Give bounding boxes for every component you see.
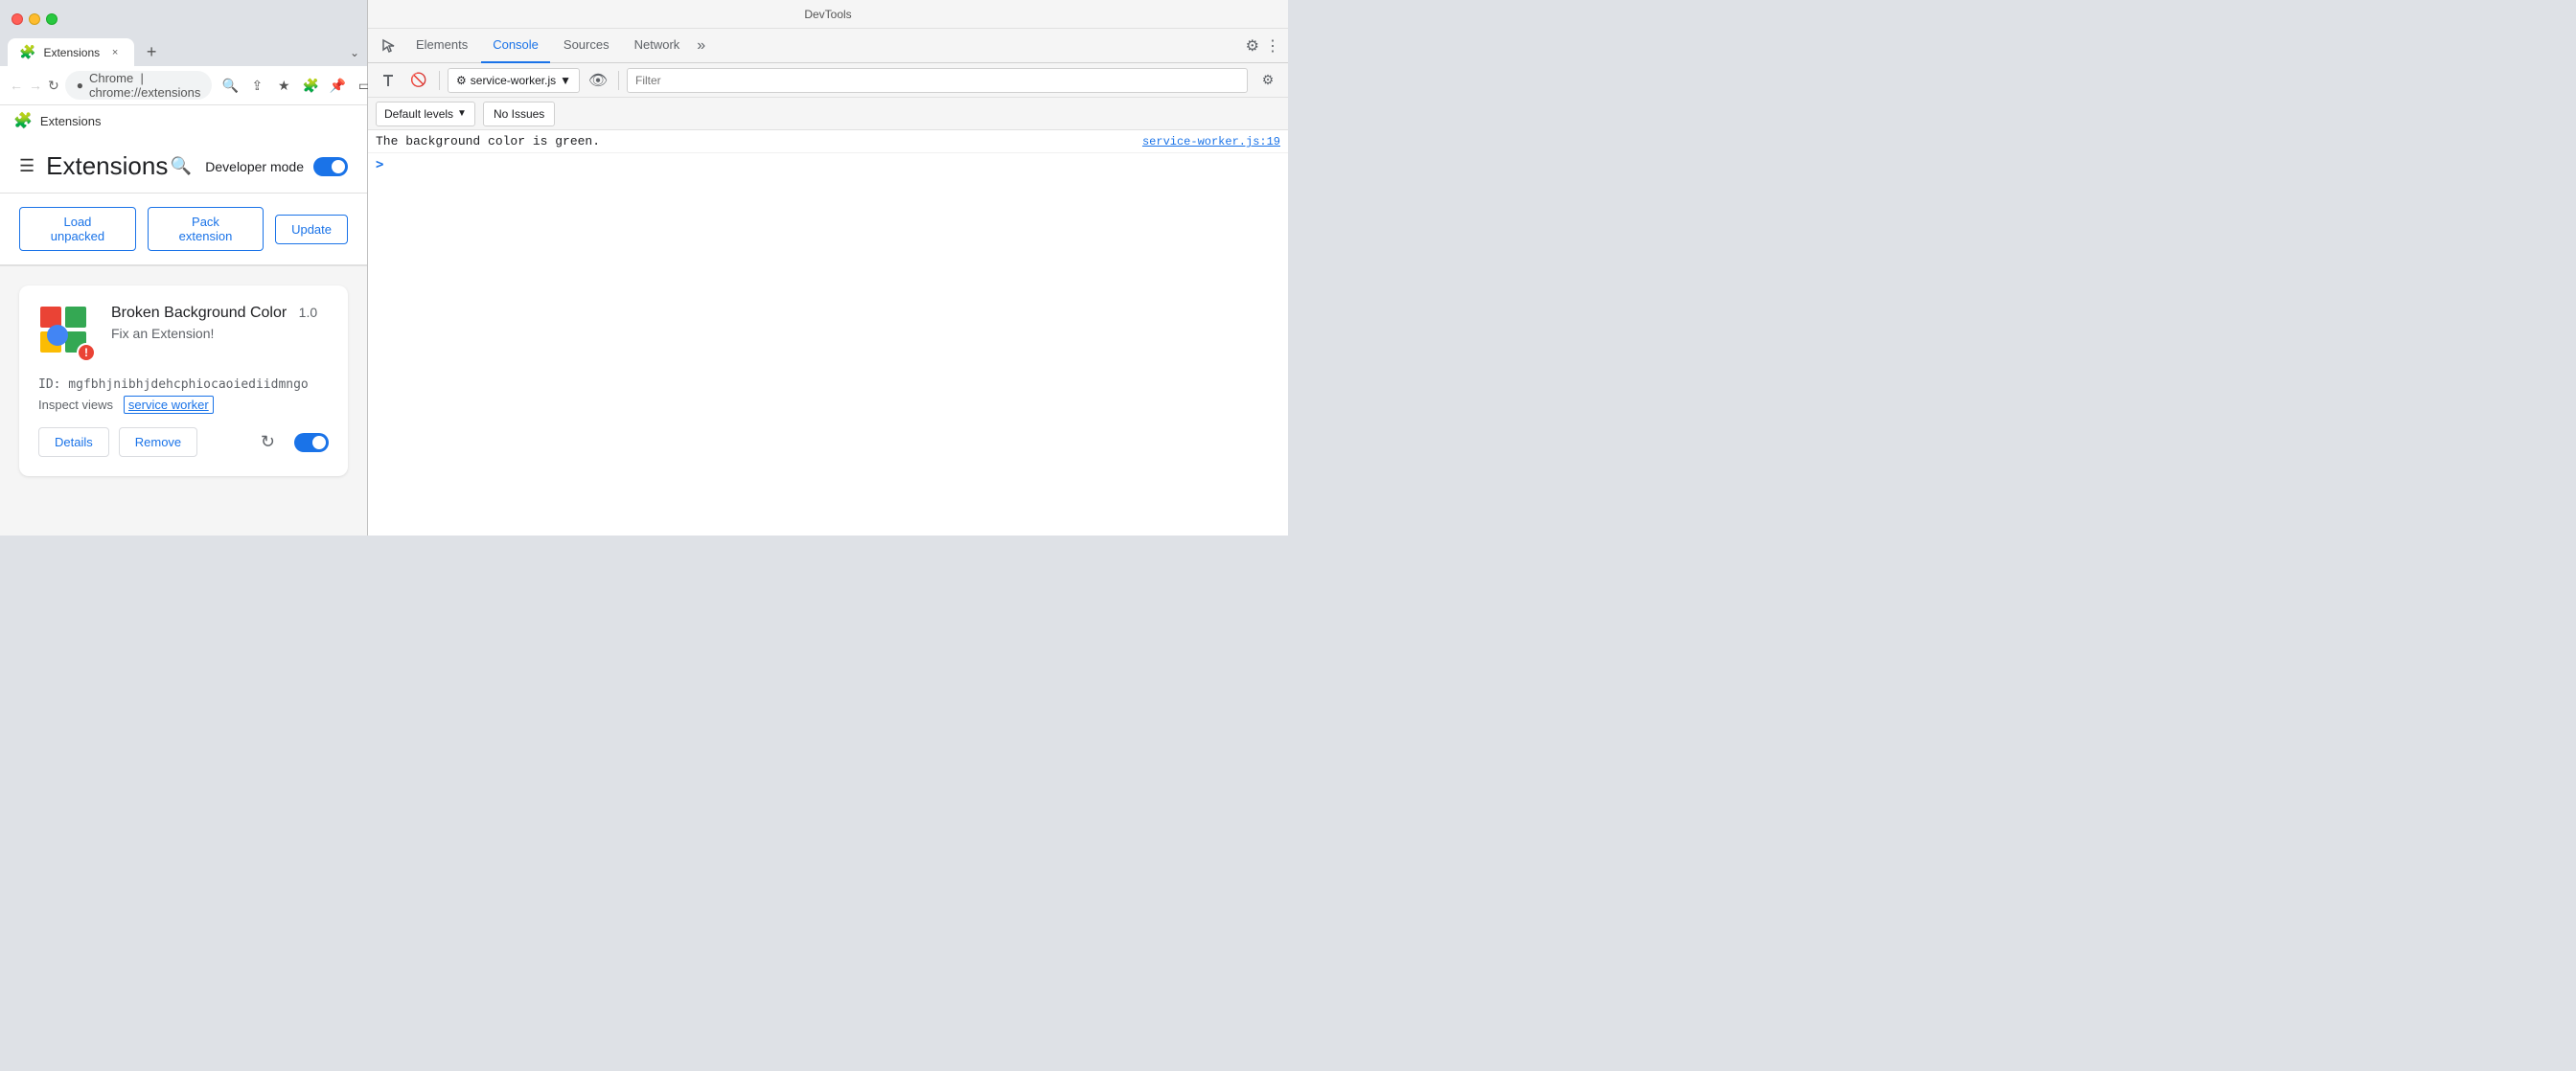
filter-settings-icon[interactable]: ⚙ xyxy=(1255,68,1280,93)
card-footer: Details Remove ↻ xyxy=(38,427,329,457)
context-label: service-worker.js xyxy=(471,74,556,87)
bookmark-icon[interactable]: ★ xyxy=(271,73,296,98)
minimize-traffic-light[interactable] xyxy=(29,13,40,25)
devtools-panel: DevTools Elements Console Sources Networ… xyxy=(368,0,1288,536)
tab-overflow-button[interactable]: ⌄ xyxy=(350,46,359,59)
card-name-row: Broken Background Color 1.0 xyxy=(111,305,329,322)
nav-bar: ← → ↻ ● Chrome | chrome://extensions 🔍 ⇪… xyxy=(0,66,367,104)
new-tab-button[interactable]: + xyxy=(138,39,165,66)
console-message: The background color is green. service-w… xyxy=(368,130,1288,153)
pin-icon[interactable]: 📌 xyxy=(325,73,350,98)
console-message-source[interactable]: service-worker.js:19 xyxy=(1142,135,1280,148)
toolbar-divider-2 xyxy=(618,71,619,90)
remove-button[interactable]: Remove xyxy=(119,427,197,457)
refresh-icon[interactable]: ↻ xyxy=(261,432,275,452)
extension-version: 1.0 xyxy=(299,305,317,320)
breadcrumb-bar: 🧩 Extensions xyxy=(0,104,367,136)
zoom-icon[interactable]: 🔍 xyxy=(218,73,242,98)
devtools-settings-icon[interactable]: ⚙ xyxy=(1246,36,1259,56)
action-bar: Load unpacked Pack extension Update xyxy=(0,194,367,265)
active-tab[interactable]: 🧩 Extensions × xyxy=(8,38,134,66)
download-icon[interactable]: ⇪ xyxy=(244,73,269,98)
tab-title: Extensions xyxy=(43,46,100,59)
dev-mode-label: Developer mode xyxy=(205,159,304,174)
console-prompt-row: > xyxy=(368,153,1288,176)
issues-label: No Issues xyxy=(494,107,544,121)
update-button[interactable]: Update xyxy=(275,215,348,244)
forward-button[interactable]: → xyxy=(29,74,42,97)
inspect-views: Inspect views service worker xyxy=(38,398,329,412)
eye-icon[interactable]: 👁 xyxy=(586,68,610,93)
devtools-levels: Default levels ▼ No Issues xyxy=(368,98,1288,130)
context-selector[interactable]: ⚙ service-worker.js ▼ xyxy=(448,68,580,93)
devtools-toolbar: 🚫 ⚙ service-worker.js ▼ 👁 ⚙ xyxy=(368,63,1288,98)
breadcrumb-text: Extensions xyxy=(40,114,102,128)
block-icon[interactable]: 🚫 xyxy=(406,68,431,93)
no-issues-button[interactable]: No Issues xyxy=(483,102,555,126)
search-icon[interactable]: 🔍 xyxy=(171,156,192,176)
main-content: ☰ Extensions 🔍 Developer mode Load unpac… xyxy=(0,136,367,536)
extension-id: ID: mgfbhjnibhjdehcphiocaoiediidmngo xyxy=(38,377,329,392)
devtools-more-icon[interactable]: ⋮ xyxy=(1265,36,1280,56)
levels-label: Default levels xyxy=(384,107,453,121)
reload-button[interactable]: ↻ xyxy=(48,74,59,97)
maximize-traffic-light[interactable] xyxy=(46,13,58,25)
console-message-text: The background color is green. xyxy=(376,134,1135,148)
extension-card: ! Broken Background Color 1.0 Fix an Ext… xyxy=(19,285,348,476)
tab-close-button[interactable]: × xyxy=(107,45,123,60)
traffic-lights xyxy=(12,13,58,25)
address-bar[interactable]: ● Chrome | chrome://extensions xyxy=(65,71,213,100)
card-header: ! Broken Background Color 1.0 Fix an Ext… xyxy=(38,305,329,362)
service-worker-link[interactable]: service worker xyxy=(124,396,214,414)
element-picker-icon[interactable] xyxy=(376,33,402,59)
context-icon: ⚙ xyxy=(456,74,467,87)
context-dropdown-icon: ▼ xyxy=(560,74,571,87)
cards-area: ! Broken Background Color 1.0 Fix an Ext… xyxy=(0,266,367,495)
dev-mode-toggle[interactable] xyxy=(313,157,348,176)
extensions-header: ☰ Extensions 🔍 Developer mode xyxy=(0,136,367,194)
toolbar-divider xyxy=(439,71,440,90)
hamburger-menu[interactable]: ☰ xyxy=(19,156,34,176)
toggle-slider xyxy=(313,157,348,176)
extension-icon-wrap: ! xyxy=(38,305,96,362)
pack-extension-button[interactable]: Pack extension xyxy=(148,207,264,251)
inspect-label: Inspect views xyxy=(38,398,113,412)
more-tabs-button[interactable]: » xyxy=(697,37,705,55)
tab-console[interactable]: Console xyxy=(481,29,550,63)
levels-dropdown-icon: ▼ xyxy=(457,108,467,119)
security-icon: ● xyxy=(77,79,83,92)
address-domain: Chrome | chrome://extensions xyxy=(89,71,200,100)
devtools-tabs: Elements Console Sources Network » ⚙ ⋮ xyxy=(368,29,1288,63)
card-info: Broken Background Color 1.0 Fix an Exten… xyxy=(111,305,329,341)
console-caret-icon[interactable]: > xyxy=(376,157,383,172)
title-bar xyxy=(0,0,367,34)
load-unpacked-button[interactable]: Load unpacked xyxy=(19,207,136,251)
dev-mode-section: 🔍 Developer mode xyxy=(171,156,348,176)
extension-name: Broken Background Color xyxy=(111,305,287,321)
extension-description: Fix an Extension! xyxy=(111,326,329,341)
devtools-titlebar: DevTools xyxy=(368,0,1288,29)
toggle-slider-card xyxy=(294,433,329,452)
address-text: Chrome | chrome://extensions xyxy=(89,71,200,100)
tab-elements[interactable]: Elements xyxy=(404,29,479,63)
close-traffic-light[interactable] xyxy=(12,13,23,25)
default-levels-button[interactable]: Default levels ▼ xyxy=(376,102,475,126)
extension-toggle[interactable] xyxy=(294,433,329,452)
details-button[interactable]: Details xyxy=(38,427,109,457)
tab-network[interactable]: Network xyxy=(623,29,692,63)
page-title: Extensions xyxy=(46,151,171,181)
error-badge: ! xyxy=(77,343,96,362)
clear-console-icon[interactable] xyxy=(376,68,401,93)
tab-favicon: 🧩 xyxy=(19,44,35,60)
devtools-title: DevTools xyxy=(804,8,851,21)
breadcrumb-icon: 🧩 xyxy=(13,111,33,130)
tab-sources[interactable]: Sources xyxy=(552,29,621,63)
extension-puzzle-icon[interactable]: 🧩 xyxy=(298,73,323,98)
devtools-console: The background color is green. service-w… xyxy=(368,130,1288,536)
console-filter-input[interactable] xyxy=(627,68,1248,93)
back-button[interactable]: ← xyxy=(10,74,23,97)
tab-bar: 🧩 Extensions × + ⌄ xyxy=(0,34,367,66)
browser-window: 🧩 Extensions × + ⌄ ← → ↻ ● Chrome | chro… xyxy=(0,0,368,536)
